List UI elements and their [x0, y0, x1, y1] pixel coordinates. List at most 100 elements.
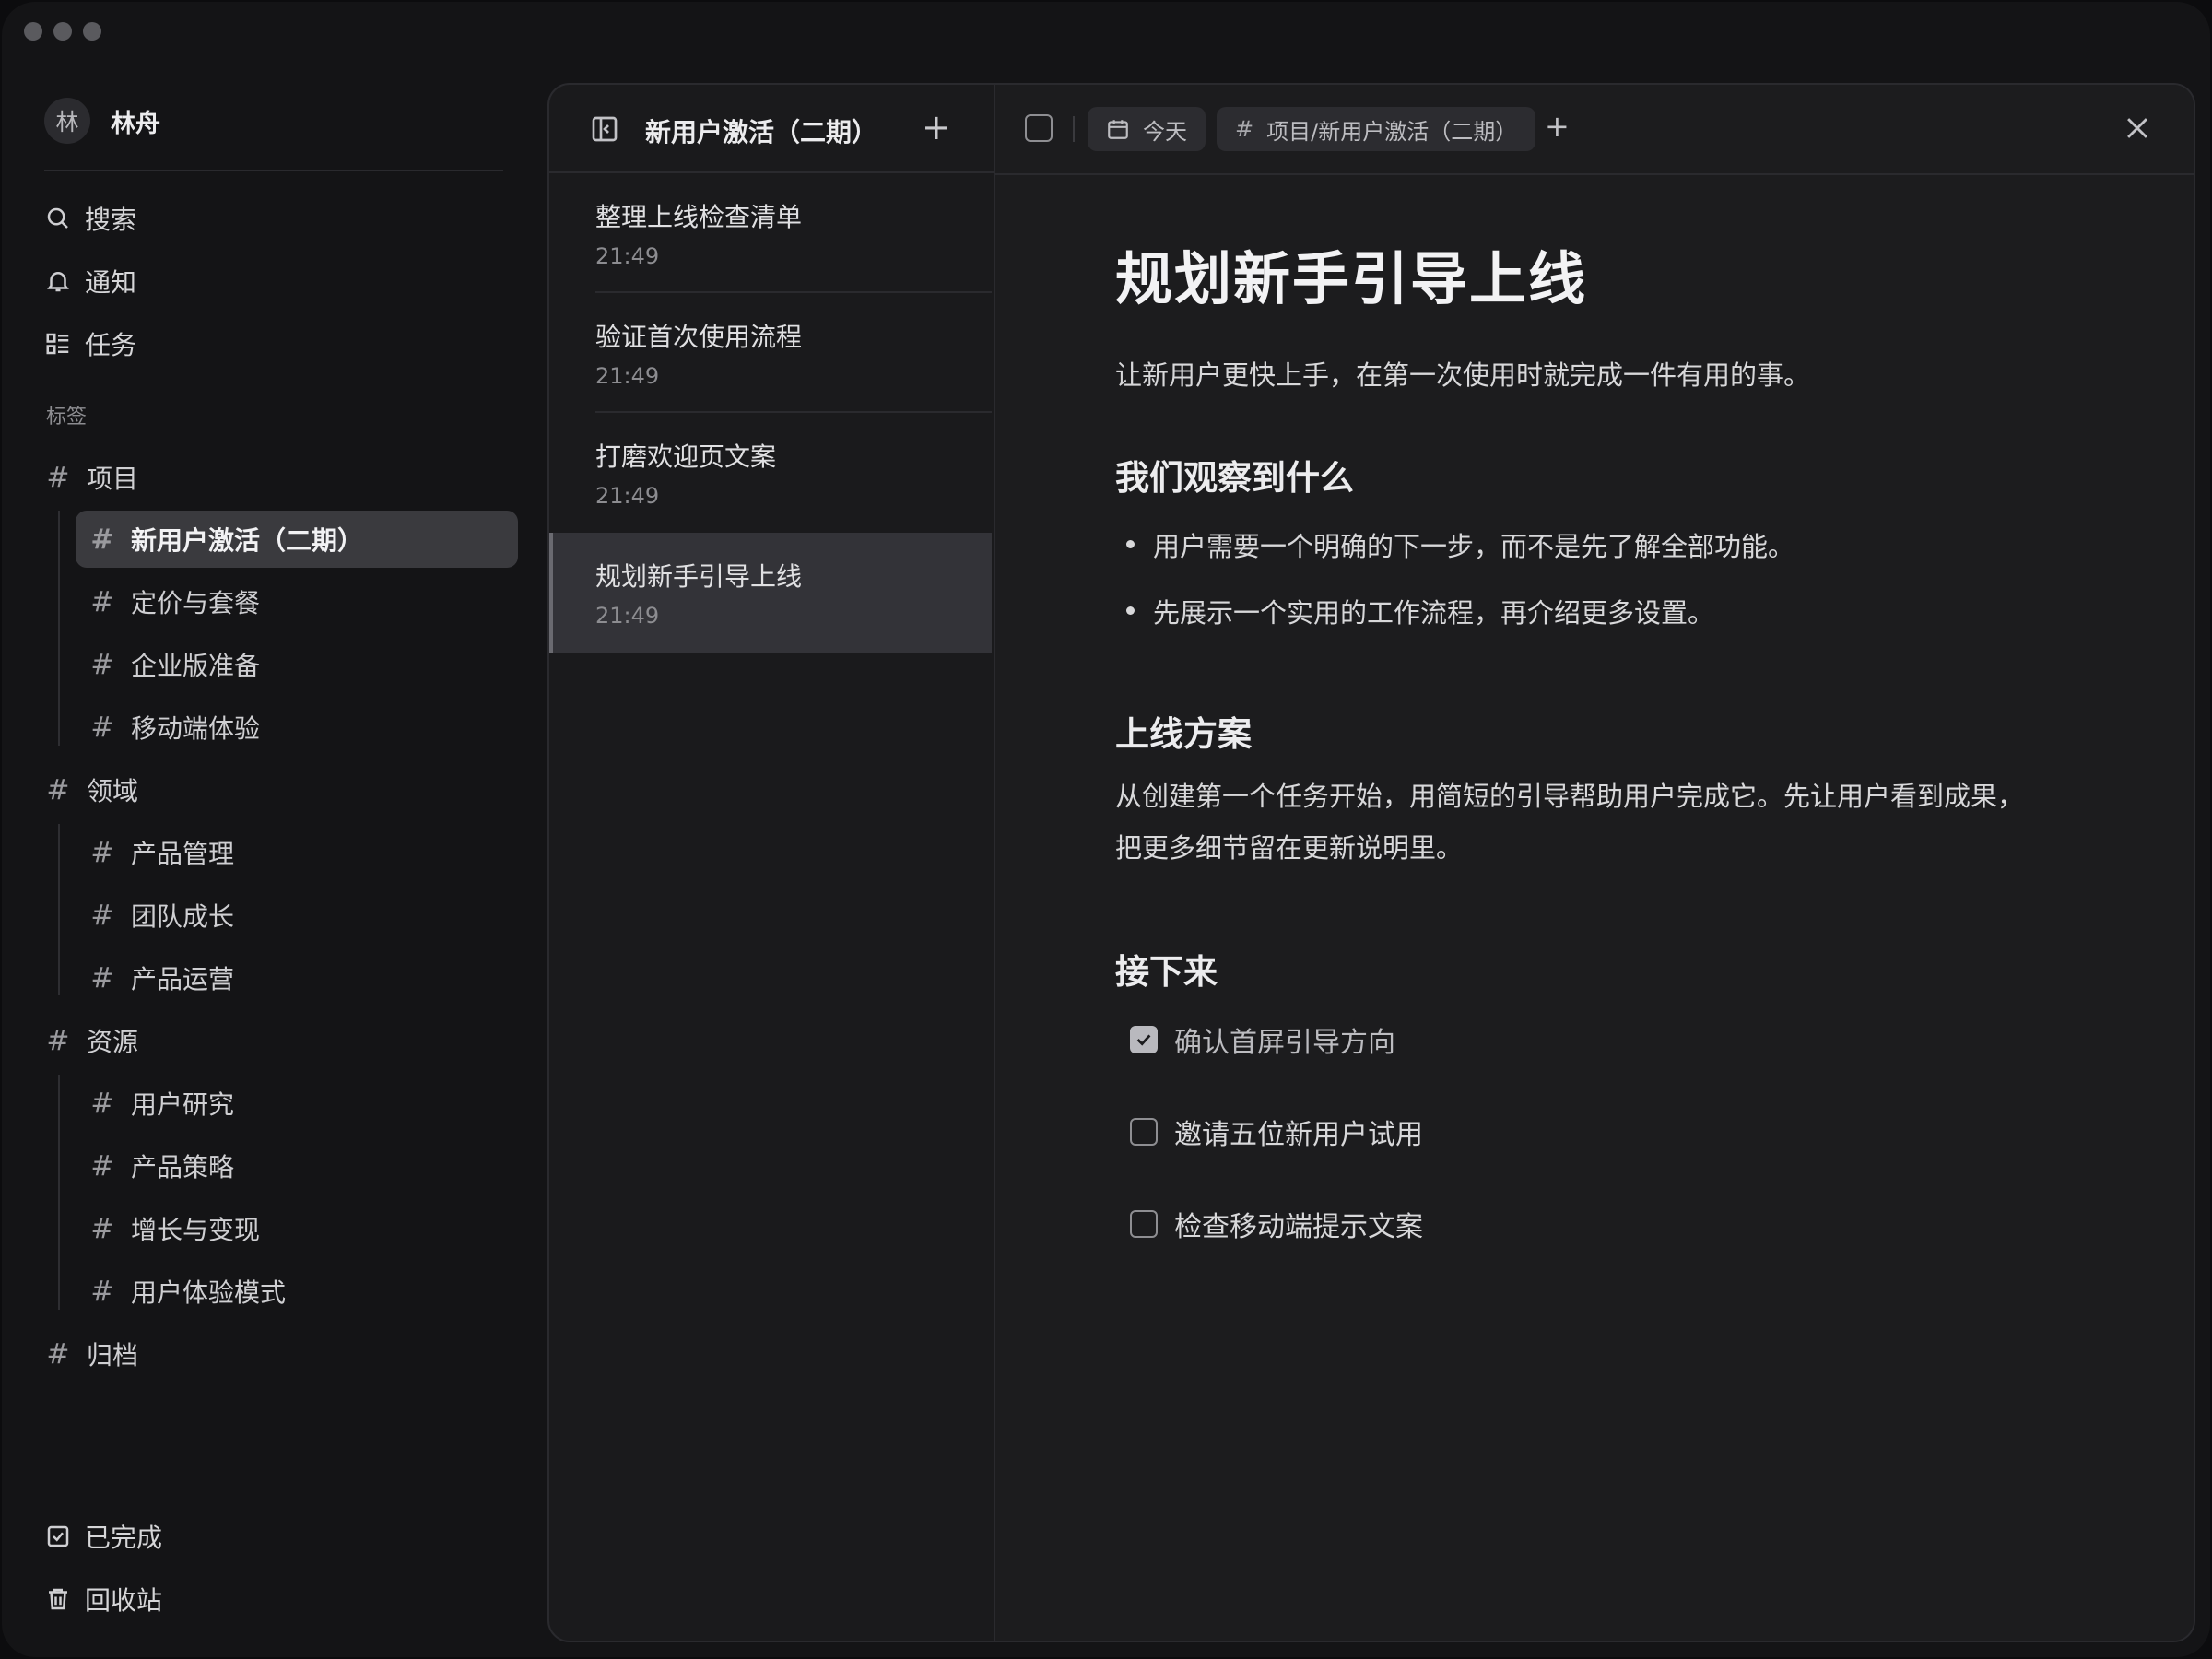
- tag-pricing[interactable]: # 定价与套餐: [88, 573, 260, 630]
- toolbar-divider: [1073, 116, 1075, 142]
- date-chip-label: 今天: [1143, 118, 1187, 145]
- sidebar-item-label: 通知: [85, 267, 137, 298]
- document-body[interactable]: 规划新手引导上线 让新用户更快上手，在第一次使用时就完成一件有用的事。 我们观察…: [1115, 232, 2111, 1243]
- sidebar-item-notifications[interactable]: 通知: [44, 258, 136, 304]
- main-card: 新用户激活（二期） + 整理上线检查清单 21:49 验证首次使用流程 21:4…: [547, 83, 2195, 1642]
- hash-icon: #: [90, 523, 114, 556]
- heading-observed: 我们观察到什么: [1115, 458, 1354, 498]
- trash-icon: [49, 1588, 67, 1610]
- sidebar-item-completed[interactable]: 已完成: [44, 1513, 162, 1559]
- tag-areas[interactable]: # 领域: [44, 761, 138, 818]
- tag-product-ops[interactable]: # 产品运营: [88, 949, 234, 1006]
- hash-icon: #: [46, 461, 70, 494]
- hash-icon: #: [90, 1212, 114, 1245]
- note-title: 打磨欢迎页文案: [595, 441, 777, 472]
- tag-label: 归档: [87, 1340, 139, 1371]
- todo-checkbox[interactable]: [1130, 1118, 1158, 1146]
- paragraph-line: 把更多细节留在更新说明里。: [1115, 832, 1464, 864]
- note-title: 验证首次使用流程: [595, 322, 803, 352]
- bullet-dot: [1126, 540, 1135, 548]
- add-tag-button[interactable]: +: [1545, 109, 1570, 144]
- sidebar: 林 林舟 搜索 通知 任务 标签 # 项目 # 新用户激活（二期） # 定价与套…: [2, 2, 546, 1657]
- sidebar-item-trash[interactable]: 回收站: [44, 1576, 162, 1622]
- note-list-title: 新用户激活（二期）: [645, 117, 878, 147]
- todo-item[interactable]: 确认首屏引导方向: [1130, 1019, 1395, 1060]
- bell-icon: [47, 272, 69, 292]
- hash-icon: #: [90, 1149, 114, 1182]
- user-profile[interactable]: 林 林舟: [44, 98, 160, 144]
- avatar: 林: [44, 98, 90, 144]
- tag-team-growth[interactable]: # 团队成长: [88, 887, 234, 944]
- close-icon[interactable]: [2122, 112, 2153, 144]
- bullet-text: 用户需要一个明确的下一步，而不是先了解全部功能。: [1153, 531, 1795, 562]
- note-list-item[interactable]: 打磨欢迎页文案 21:49: [549, 413, 992, 533]
- paragraph-line: 从创建第一个任务开始，用简短的引导帮助用户完成它。先让用户看到成果，: [1115, 781, 2025, 812]
- todo-item[interactable]: 检查移动端提示文案: [1130, 1204, 1423, 1244]
- tag-archive[interactable]: # 归档: [44, 1325, 138, 1382]
- note-time: 21:49: [595, 603, 660, 629]
- todo-label: 确认首屏引导方向: [1174, 1027, 1395, 1059]
- sidebar-item-label: 搜索: [85, 205, 137, 235]
- tag-label: 产品策略: [131, 1152, 235, 1182]
- tree-line: [58, 511, 60, 746]
- sidebar-item-label: 任务: [85, 330, 137, 360]
- sidebar-item-search[interactable]: 搜索: [44, 195, 136, 241]
- note-list-item[interactable]: 验证首次使用流程 21:49: [549, 293, 992, 413]
- tag-mobile[interactable]: # 移动端体验: [88, 699, 260, 756]
- tag-resources[interactable]: # 资源: [44, 1012, 138, 1069]
- tag-projects[interactable]: # 项目: [44, 449, 138, 506]
- heading-next: 接下来: [1115, 952, 1218, 992]
- tag-growth-monetization[interactable]: # 增长与变现: [88, 1200, 260, 1257]
- todo-item[interactable]: 邀请五位新用户试用: [1130, 1112, 1423, 1152]
- date-chip[interactable]: 今天: [1088, 107, 1206, 151]
- task-checkbox[interactable]: [1025, 114, 1053, 142]
- editor-panel: 今天 # 项目/新用户激活（二期） + 规划新手引导上线 让新用户更快上手，在第…: [995, 85, 2194, 1641]
- note-time: 21:49: [595, 363, 660, 389]
- note-list-item[interactable]: 整理上线检查清单 21:49: [549, 173, 992, 293]
- tag-label: 新用户激活（二期）: [131, 525, 364, 556]
- tasks-icon: [46, 333, 69, 355]
- sidebar-divider: [44, 170, 503, 171]
- hash-icon: #: [90, 836, 114, 869]
- tags-section-label: 标签: [46, 406, 88, 429]
- note-list-item-selected[interactable]: 规划新手引导上线 21:49: [549, 533, 992, 653]
- tag-label: 增长与变现: [131, 1215, 261, 1245]
- tag-product-management[interactable]: # 产品管理: [88, 824, 234, 881]
- tag-label: 项目: [87, 464, 139, 494]
- sidebar-collapse-icon[interactable]: [590, 114, 619, 144]
- tag-ux-patterns[interactable]: # 用户体验模式: [88, 1263, 286, 1320]
- hash-icon: #: [90, 1275, 114, 1308]
- search-icon: [47, 207, 68, 229]
- tree-line: [58, 824, 60, 995]
- note-title: 规划新手引导上线: [595, 561, 803, 592]
- add-note-button[interactable]: +: [922, 109, 951, 146]
- tag-user-research[interactable]: # 用户研究: [88, 1075, 234, 1132]
- tag-product-strategy[interactable]: # 产品策略: [88, 1137, 234, 1194]
- todo-label: 邀请五位新用户试用: [1174, 1119, 1423, 1151]
- hash-icon: #: [90, 1087, 114, 1120]
- tag-enterprise[interactable]: # 企业版准备: [88, 636, 260, 693]
- tag-label: 定价与套餐: [131, 588, 261, 618]
- editor-toolbar: 今天 # 项目/新用户激活（二期） +: [995, 85, 2194, 175]
- sidebar-item-label: 已完成: [85, 1523, 163, 1553]
- tag-chip[interactable]: # 项目/新用户激活（二期）: [1217, 107, 1536, 151]
- todo-checkbox-checked[interactable]: [1130, 1026, 1158, 1053]
- calendar-icon: [1108, 120, 1128, 139]
- hash-icon: #: [1235, 116, 1254, 142]
- hash-icon: #: [46, 1337, 70, 1371]
- bullet-text: 先展示一个实用的工作流程，再介绍更多设置。: [1153, 597, 1715, 629]
- tag-new-user-activation[interactable]: # 新用户激活（二期）: [76, 511, 518, 568]
- hash-icon: #: [90, 711, 114, 744]
- app-window: 林 林舟 搜索 通知 任务 标签 # 项目 # 新用户激活（二期） # 定价与套…: [2, 2, 2210, 1657]
- checkbox-done-icon: [47, 1525, 69, 1547]
- sidebar-item-tasks[interactable]: 任务: [44, 321, 136, 367]
- heading-plan: 上线方案: [1115, 714, 1252, 754]
- document-title[interactable]: 规划新手引导上线: [1115, 232, 2111, 315]
- todo-checkbox[interactable]: [1130, 1210, 1158, 1238]
- note-time: 21:49: [595, 243, 660, 269]
- hash-icon: #: [90, 899, 114, 932]
- tag-label: 产品运营: [131, 964, 235, 994]
- user-name: 林舟: [111, 109, 160, 138]
- tree-line: [58, 1075, 60, 1310]
- note-time: 21:49: [595, 483, 660, 509]
